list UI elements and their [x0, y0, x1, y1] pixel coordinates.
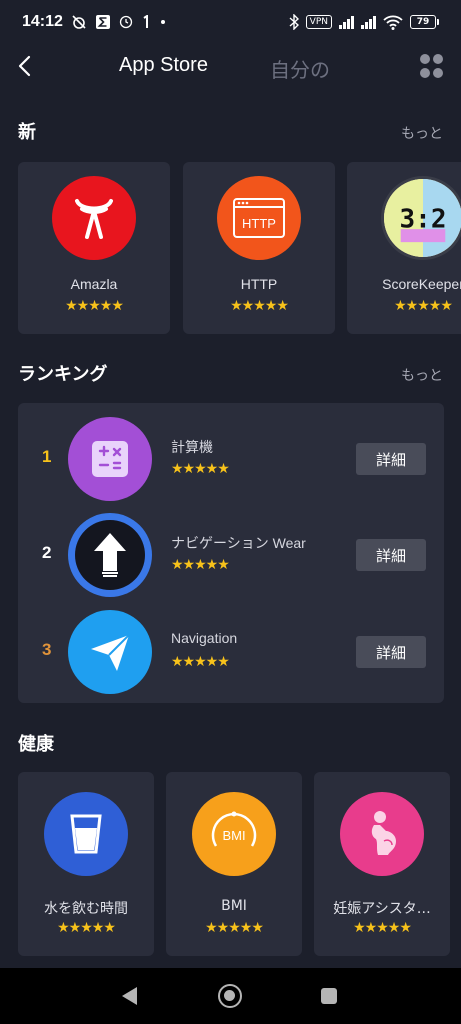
battery-level: 79: [410, 15, 436, 29]
bluetooth-icon: [289, 14, 299, 30]
clock-icon: [119, 15, 133, 29]
status-left-icons: [71, 14, 167, 30]
score-display-icon: 3:2: [381, 176, 461, 260]
svg-text:3:2: 3:2: [400, 204, 447, 234]
rating-stars: ★★★★★: [65, 298, 124, 314]
rating-stars: ★★★★★: [205, 920, 264, 936]
app-name: HTTP: [240, 276, 278, 292]
up-arrow-icon: [68, 513, 152, 597]
app-name: 妊娠アシスタ…: [333, 901, 431, 917]
details-button[interactable]: 詳細: [356, 443, 426, 475]
nav-back-icon[interactable]: [122, 987, 137, 1005]
rating-stars: ★★★★★: [171, 557, 230, 573]
app-name: 計算機: [171, 439, 213, 455]
svg-text:HTTP: HTTP: [242, 216, 276, 231]
app-card-amazla[interactable]: Amazla ★★★★★: [18, 162, 170, 334]
app-card-water[interactable]: 水を飲む時間 ★★★★★: [18, 772, 154, 956]
dot-icon: [160, 20, 165, 24]
tab-mine[interactable]: 自分の: [270, 54, 330, 83]
ranking-row[interactable]: 1 計算機 ★★★★★ 詳細: [18, 413, 444, 505]
water-glass-icon: [44, 792, 128, 876]
apps-grid-icon[interactable]: [420, 54, 444, 78]
bmi-gauge-icon: BMI: [192, 792, 276, 876]
status-bar: 14:12 VPN 79: [0, 0, 461, 44]
more-link-ranking[interactable]: もっと: [401, 365, 443, 385]
ranking-row[interactable]: 2 ナビゲーション Wear ★★★★★ 詳細: [18, 509, 444, 601]
new-apps-row: Amazla ★★★★★ HTTP HTTP ★★★★★ 3:2 ScoreKe…: [18, 162, 461, 334]
app-name: Amazla: [70, 276, 118, 292]
app-name: ScoreKeeper: [382, 276, 461, 292]
calculator-icon: [68, 417, 152, 501]
rating-stars: ★★★★★: [57, 920, 116, 936]
signal-icon-2: [361, 15, 376, 29]
app-name: Navigation: [171, 630, 238, 646]
rating-stars: ★★★★★: [353, 920, 412, 936]
rating-stars: ★★★★★: [171, 461, 230, 477]
tab-app-store[interactable]: App Store: [119, 54, 208, 77]
wifi-icon: [383, 15, 403, 30]
back-arrow-icon[interactable]: [14, 53, 36, 79]
http-window-icon: HTTP: [217, 176, 301, 260]
details-button[interactable]: 詳細: [356, 539, 426, 571]
system-nav-bar: [0, 968, 461, 1024]
health-apps-row: 水を飲む時間 ★★★★★ BMI BMI ★★★★★ 妊娠アシスタ… ★★★★★: [18, 772, 461, 956]
top-nav: App Store 自分の: [0, 44, 461, 90]
status-time: 14:12: [22, 13, 63, 30]
nav-home-icon[interactable]: [218, 984, 242, 1008]
app-name: ナビゲーション Wear: [171, 535, 306, 551]
details-button[interactable]: 詳細: [356, 636, 426, 668]
vpn-badge: VPN: [305, 15, 332, 29]
rank-number: 2: [42, 543, 52, 562]
ranking-row[interactable]: 3 Navigation ★★★★★ 詳細: [18, 606, 444, 698]
section-title-ranking: ランキング: [18, 364, 108, 385]
app-card-bmi[interactable]: BMI BMI ★★★★★: [166, 772, 302, 956]
rating-stars: ★★★★★: [171, 654, 230, 670]
section-title-health: 健康: [18, 734, 54, 755]
app-name: BMI: [221, 898, 247, 914]
app-card-scorekeeper[interactable]: 3:2 ScoreKeeper ★★★★★: [347, 162, 461, 334]
section-title-new: 新: [18, 122, 36, 143]
sigma-icon: [95, 15, 110, 29]
more-link-new[interactable]: もっと: [401, 123, 443, 143]
signal-icon: [339, 15, 354, 29]
rating-stars: ★★★★★: [394, 298, 453, 314]
mute-alarm-icon: [72, 15, 86, 29]
battery-icon: 79: [410, 15, 439, 29]
app-name: 水を飲む時間: [44, 901, 128, 917]
pregnancy-icon: [340, 792, 424, 876]
rank-number: 1: [42, 447, 52, 466]
rating-stars: ★★★★★: [230, 298, 289, 314]
amazla-logo-icon: [52, 176, 136, 260]
paper-plane-icon: [68, 610, 152, 694]
status-right-icons: VPN 79: [289, 14, 439, 30]
app-card-http[interactable]: HTTP HTTP ★★★★★: [183, 162, 335, 334]
nav-recents-icon[interactable]: [321, 988, 337, 1004]
app-card-pregnancy[interactable]: 妊娠アシスタ… ★★★★★: [314, 772, 450, 956]
rank-number: 3: [42, 640, 52, 659]
svg-text:BMI: BMI: [222, 828, 245, 843]
one-icon: [143, 15, 148, 28]
ranking-panel: 1 計算機 ★★★★★ 詳細 2 ナビゲーション Wear ★★★★★ 詳細 3…: [18, 403, 444, 703]
